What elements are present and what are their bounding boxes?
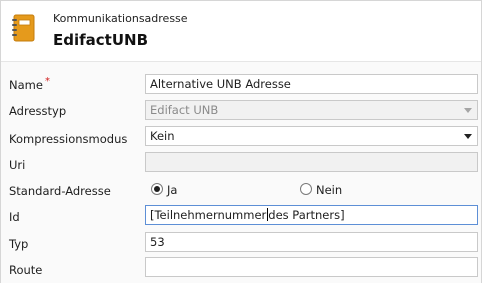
uri-field[interactable]	[145, 152, 478, 172]
typ-label: Typ	[9, 237, 29, 251]
header-title: EdifactUNB	[53, 31, 149, 49]
chevron-down-icon	[464, 108, 472, 113]
adresstyp-select[interactable]: Edifact UNB	[145, 100, 478, 120]
typ-field[interactable]: 53	[145, 232, 478, 252]
required-marker: *	[44, 76, 50, 87]
radio-nein[interactable]	[300, 183, 312, 195]
radio-ja-label[interactable]: Ja	[167, 183, 177, 197]
dialog-window: Kommunikationsadresse EdifactUNB Name * A…	[0, 0, 482, 283]
notebook-icon	[10, 14, 36, 42]
header-subtitle: Kommunikationsadresse	[53, 12, 188, 25]
id-field-value-start: [Teilnehmernummer	[150, 208, 267, 222]
chevron-down-icon	[464, 134, 472, 139]
route-field[interactable]	[145, 257, 478, 277]
name-label: Name *	[9, 76, 50, 92]
id-label: Id	[9, 210, 20, 224]
kompressionsmodus-select-value: Kein	[150, 129, 175, 143]
name-field[interactable]: Alternative UNB Adresse	[145, 74, 478, 94]
standard-adresse-label: Standard-Adresse	[9, 184, 111, 198]
name-field-value: Alternative UNB Adresse	[150, 77, 291, 91]
header: Kommunikationsadresse EdifactUNB	[1, 1, 481, 61]
adresstyp-select-value: Edifact UNB	[150, 103, 219, 117]
form-area: Name * Alternative UNB Adresse Adresstyp …	[1, 61, 481, 283]
name-label-text: Name	[9, 78, 43, 92]
adresstyp-label: Adresstyp	[9, 104, 67, 118]
typ-field-value: 53	[150, 235, 165, 249]
radio-nein-label[interactable]: Nein	[316, 183, 342, 197]
kompressionsmodus-select[interactable]: Kein	[145, 126, 478, 146]
kompressionsmodus-label: Kompressionsmodus	[9, 132, 128, 146]
id-field-value-end: des Partners]	[268, 208, 345, 222]
radio-ja[interactable]	[151, 183, 163, 195]
route-label: Route	[9, 263, 43, 277]
id-field[interactable]: [Teilnehmernummer des Partners]	[145, 205, 478, 225]
uri-label: Uri	[9, 158, 26, 172]
